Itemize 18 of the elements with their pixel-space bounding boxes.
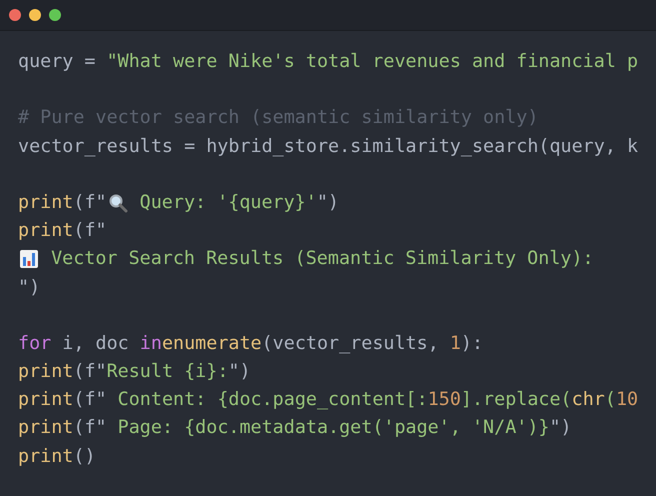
code-line: query = "What were Nike's total revenues and financial p: [18, 50, 638, 74]
code-line: for i, doc inenumerate(vector_results, 1):: [18, 332, 484, 356]
code-line: "): [18, 276, 40, 300]
code-line: vector_results = hybrid_store.similarity_search(query, k: [18, 134, 638, 159]
code-text: Vector Search Results (Semantic Similarity Only):: [50, 247, 594, 272]
code-line: print(f": [18, 219, 107, 244]
minimize-button[interactable]: [29, 9, 41, 21]
magnifier-icon: [108, 193, 128, 214]
code-line: print(f"Result {i}:"): [18, 360, 251, 384]
code-line: print(f" Content: {doc.page_content[:150].replace(chr(10: [18, 388, 638, 412]
maximize-button[interactable]: [49, 9, 61, 21]
code-text: print(f": [18, 190, 107, 215]
code-line: print(): [18, 444, 96, 469]
code-text: Query: '{query}'"): [138, 190, 339, 215]
code-line: print(f" Page: {doc.metadata.get('page', 'N/A')}"): [18, 416, 572, 440]
code-line: # Pure vector search (semantic similarity only): [18, 106, 538, 130]
bar-chart-icon: [19, 249, 39, 270]
close-button[interactable]: [9, 9, 21, 21]
